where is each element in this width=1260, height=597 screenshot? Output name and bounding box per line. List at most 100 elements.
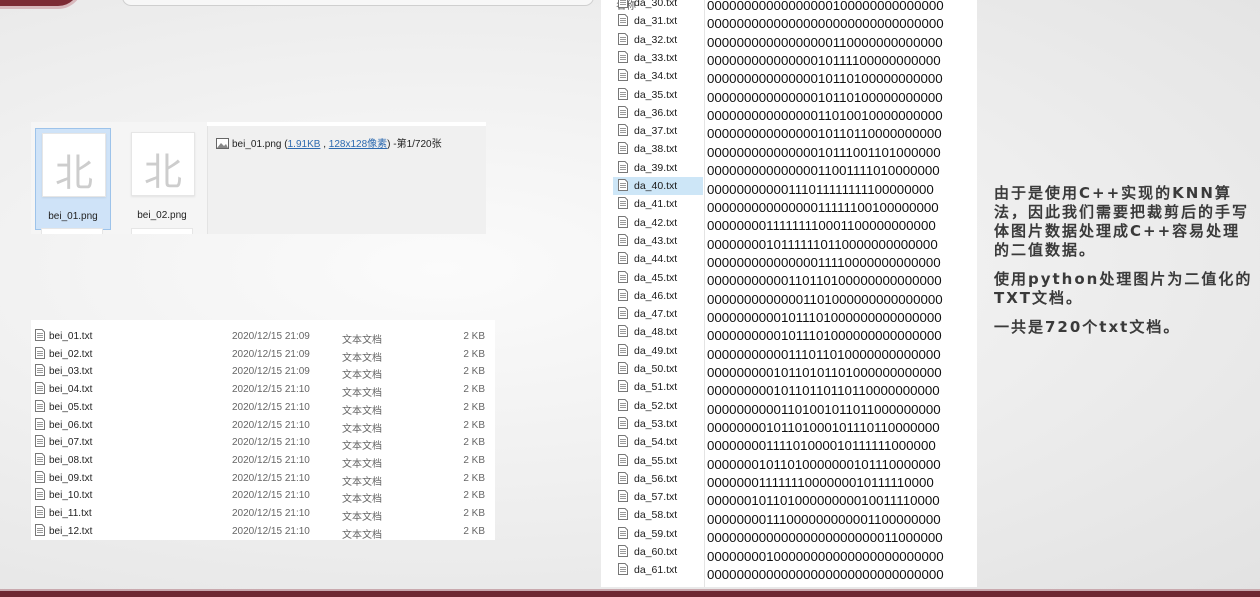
text-file-icon (618, 380, 628, 395)
file-date: 2020/12/15 21:10 (232, 419, 310, 431)
da-file-name: da_59.txt (634, 527, 678, 540)
matrix-row: 00000000111111110001100000000000 (707, 218, 936, 234)
da-file-row[interactable]: da_55.txt (613, 452, 703, 470)
thumbnail-bei-01[interactable]: 北 bei_01.png (35, 128, 111, 230)
da-file-row[interactable]: da_51.txt (613, 378, 703, 396)
thumbnail-bei-02[interactable]: 北 bei_02.png (125, 128, 199, 228)
file-row[interactable]: bei_12.txt 2020/12/15 21:10 文本文档 2 KB (31, 523, 495, 541)
da-file-row[interactable]: da_35.txt (613, 86, 703, 104)
file-row[interactable]: bei_01.txt 2020/12/15 21:09 文本文档 2 KB (31, 328, 495, 346)
text-file-icon (618, 252, 628, 267)
file-date: 2020/12/15 21:10 (232, 525, 310, 537)
file-row[interactable]: bei_03.txt 2020/12/15 21:09 文本文档 2 KB (31, 363, 495, 381)
text-file-icon (35, 329, 45, 344)
da-file-row[interactable]: da_36.txt (613, 104, 703, 122)
text-file-icon (618, 453, 628, 469)
matrix-row: 00000000000111011111111100000000 (707, 181, 934, 197)
da-file-row[interactable]: da_49.txt (613, 342, 703, 360)
da-file-row[interactable]: da_50.txt (613, 360, 703, 378)
file-date: 2020/12/15 21:10 (232, 508, 310, 519)
da-file-row[interactable]: da_31.txt (613, 12, 703, 30)
da-file-name: da_45.txt (634, 271, 678, 284)
text-file-icon (618, 0, 628, 11)
text-file-icon (618, 325, 628, 340)
image-filename: bei_01.png (232, 139, 282, 150)
file-row[interactable]: bei_04.txt 2020/12/15 21:10 文本文档 2 KB (31, 381, 495, 399)
file-type: 文本文档 (342, 512, 382, 523)
da-file-row[interactable]: da_32.txt (613, 31, 703, 49)
da-file-row[interactable]: da_34.txt (613, 67, 703, 85)
image-counter: -第1/720张 (393, 139, 442, 150)
da-file-row[interactable]: da_58.txt (613, 506, 703, 524)
da-file-row[interactable]: da_41.txt (613, 195, 703, 213)
da-file-row[interactable]: da_47.txt (613, 305, 703, 323)
thumbnail-partial[interactable] (131, 228, 193, 234)
da-file-row[interactable]: da_57.txt (613, 488, 703, 506)
file-name: bei_11.txt (49, 508, 92, 519)
file-name: bei_05.txt (49, 401, 93, 413)
da-file-row[interactable]: da_37.txt (613, 122, 703, 140)
da-file-row[interactable]: da_60.txt (613, 543, 703, 561)
file-row[interactable]: bei_07.txt 2020/12/15 21:10 文本文档 2 KB (31, 434, 495, 452)
matrix-row: 00000000000000000110000000000000 (707, 34, 943, 50)
file-row[interactable]: bei_05.txt 2020/12/15 21:10 文本文档 2 KB (31, 399, 495, 417)
matrix-row: 00000000101101000101110110000000 (707, 420, 940, 436)
text-file-icon (618, 50, 628, 66)
da-file-row[interactable]: da_45.txt (613, 269, 703, 287)
da-file-row[interactable]: da_44.txt (613, 250, 703, 268)
matrix-row: 00000000000000010110110000000000 (707, 126, 942, 142)
da-file-row[interactable]: da_30.txt (613, 0, 703, 12)
da-file-row[interactable]: da_56.txt (613, 470, 703, 488)
text-file-icon (618, 32, 628, 48)
file-row[interactable]: bei_02.txt 2020/12/15 21:09 文本文档 2 KB (31, 346, 495, 364)
da-file-name: da_56.txt (634, 472, 678, 485)
thumbnail-caption: bei_01.png (48, 211, 98, 222)
da-file-row[interactable]: da_59.txt (613, 525, 703, 543)
da-file-name: da_46.txt (634, 289, 678, 302)
matrix-row: 00000000001011101000000000000000 (707, 328, 942, 344)
da-file-row[interactable]: da_53.txt (613, 415, 703, 433)
file-type: 文本文档 (342, 529, 382, 541)
file-row[interactable]: bei_10.txt 2020/12/15 21:10 文本文档 2 KB (31, 487, 495, 506)
da-file-row[interactable]: da_52.txt (613, 397, 703, 415)
handwritten-glyph-image: 北 (54, 151, 93, 195)
da-file-row[interactable]: da_43.txt (613, 232, 703, 250)
file-row[interactable]: bei_08.txt 2020/12/15 21:10 文本文档 2 KB (31, 452, 495, 470)
matrix-row: 00000000000000010111100000000000 (707, 53, 941, 69)
da-file-row[interactable]: da_42.txt (613, 214, 703, 232)
file-type: 文本文档 (342, 335, 382, 346)
dimensions-link[interactable]: 128x128像素 (329, 139, 387, 150)
da-file-name: da_49.txt (634, 344, 678, 357)
text-file-icon (35, 382, 45, 397)
file-size-link[interactable]: 1.91KB (288, 139, 321, 150)
file-row[interactable]: bei_11.txt 2020/12/15 21:10 文本文档 2 KB (31, 505, 495, 523)
image-detail-pane: bei_01.png (1.91KB , 128x128像素) -第1/720张 (207, 126, 486, 234)
matrix-row: 00000000000000010110100000000000 (707, 71, 943, 87)
text-file-icon (35, 470, 45, 486)
da-file-row[interactable]: da_48.txt (613, 323, 703, 341)
file-date: 2020/12/15 21:09 (232, 331, 310, 342)
thumbnail-image: 北 (131, 132, 195, 196)
da-file-name: da_51.txt (634, 381, 678, 394)
text-file-icon (618, 215, 628, 231)
da-file-name: da_42.txt (634, 216, 678, 229)
file-type: 文本文档 (342, 494, 382, 506)
thumbnail-partial[interactable] (41, 228, 103, 234)
da-file-row[interactable]: da_54.txt (613, 433, 703, 451)
matrix-row: 00000000111000000000001100000000 (707, 511, 941, 527)
da-file-row[interactable]: da_39.txt (613, 159, 703, 177)
file-name: bei_07.txt (49, 437, 93, 449)
text-file-icon (618, 87, 628, 103)
text-file-icon (618, 508, 628, 523)
da-file-row[interactable]: da_61.txt (613, 561, 703, 579)
da-file-row[interactable]: da_46.txt (613, 287, 703, 305)
matrix-row: 00000000001011101000000000000000 (707, 309, 942, 325)
file-row[interactable]: bei_06.txt 2020/12/15 21:10 文本文档 2 KB (31, 417, 495, 435)
da-file-row[interactable]: da_33.txt (613, 49, 703, 67)
file-row[interactable]: bei_09.txt 2020/12/15 21:10 文本文档 2 KB (31, 470, 495, 488)
file-date: 2020/12/15 21:10 (232, 401, 310, 413)
da-file-row[interactable]: da_38.txt (613, 140, 703, 158)
text-file-icon (618, 179, 628, 194)
text-file-icon (618, 142, 628, 157)
da-file-row[interactable]: da_40.txt (613, 177, 703, 195)
